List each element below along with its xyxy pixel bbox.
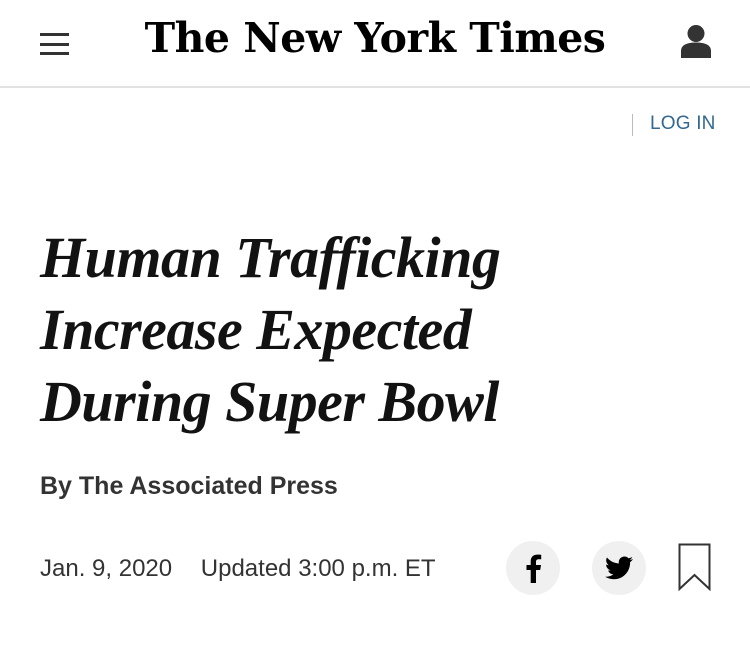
site-header: The New York Times [0, 0, 750, 88]
login-divider [632, 114, 633, 136]
login-link[interactable]: LOG IN [650, 113, 716, 135]
bookmark-icon[interactable] [678, 543, 711, 592]
nyt-logo[interactable]: The New York Times [0, 14, 750, 62]
article-byline: By The Associated Press [40, 472, 338, 500]
publish-date: Jan. 9, 2020 [40, 555, 173, 582]
user-icon[interactable] [681, 24, 711, 58]
facebook-icon [526, 554, 542, 583]
twitter-icon [605, 556, 633, 580]
login-bar: LOG IN [0, 88, 750, 158]
facebook-share-button[interactable] [506, 541, 560, 595]
article-dateline: Jan. 9, 2020 Updated 3:00 p.m. ET [40, 555, 436, 583]
article-headline: Human Trafficking Increase Expected Duri… [40, 225, 501, 434]
twitter-share-button[interactable] [592, 541, 646, 595]
updated-time: Updated 3:00 p.m. ET [200, 555, 436, 582]
